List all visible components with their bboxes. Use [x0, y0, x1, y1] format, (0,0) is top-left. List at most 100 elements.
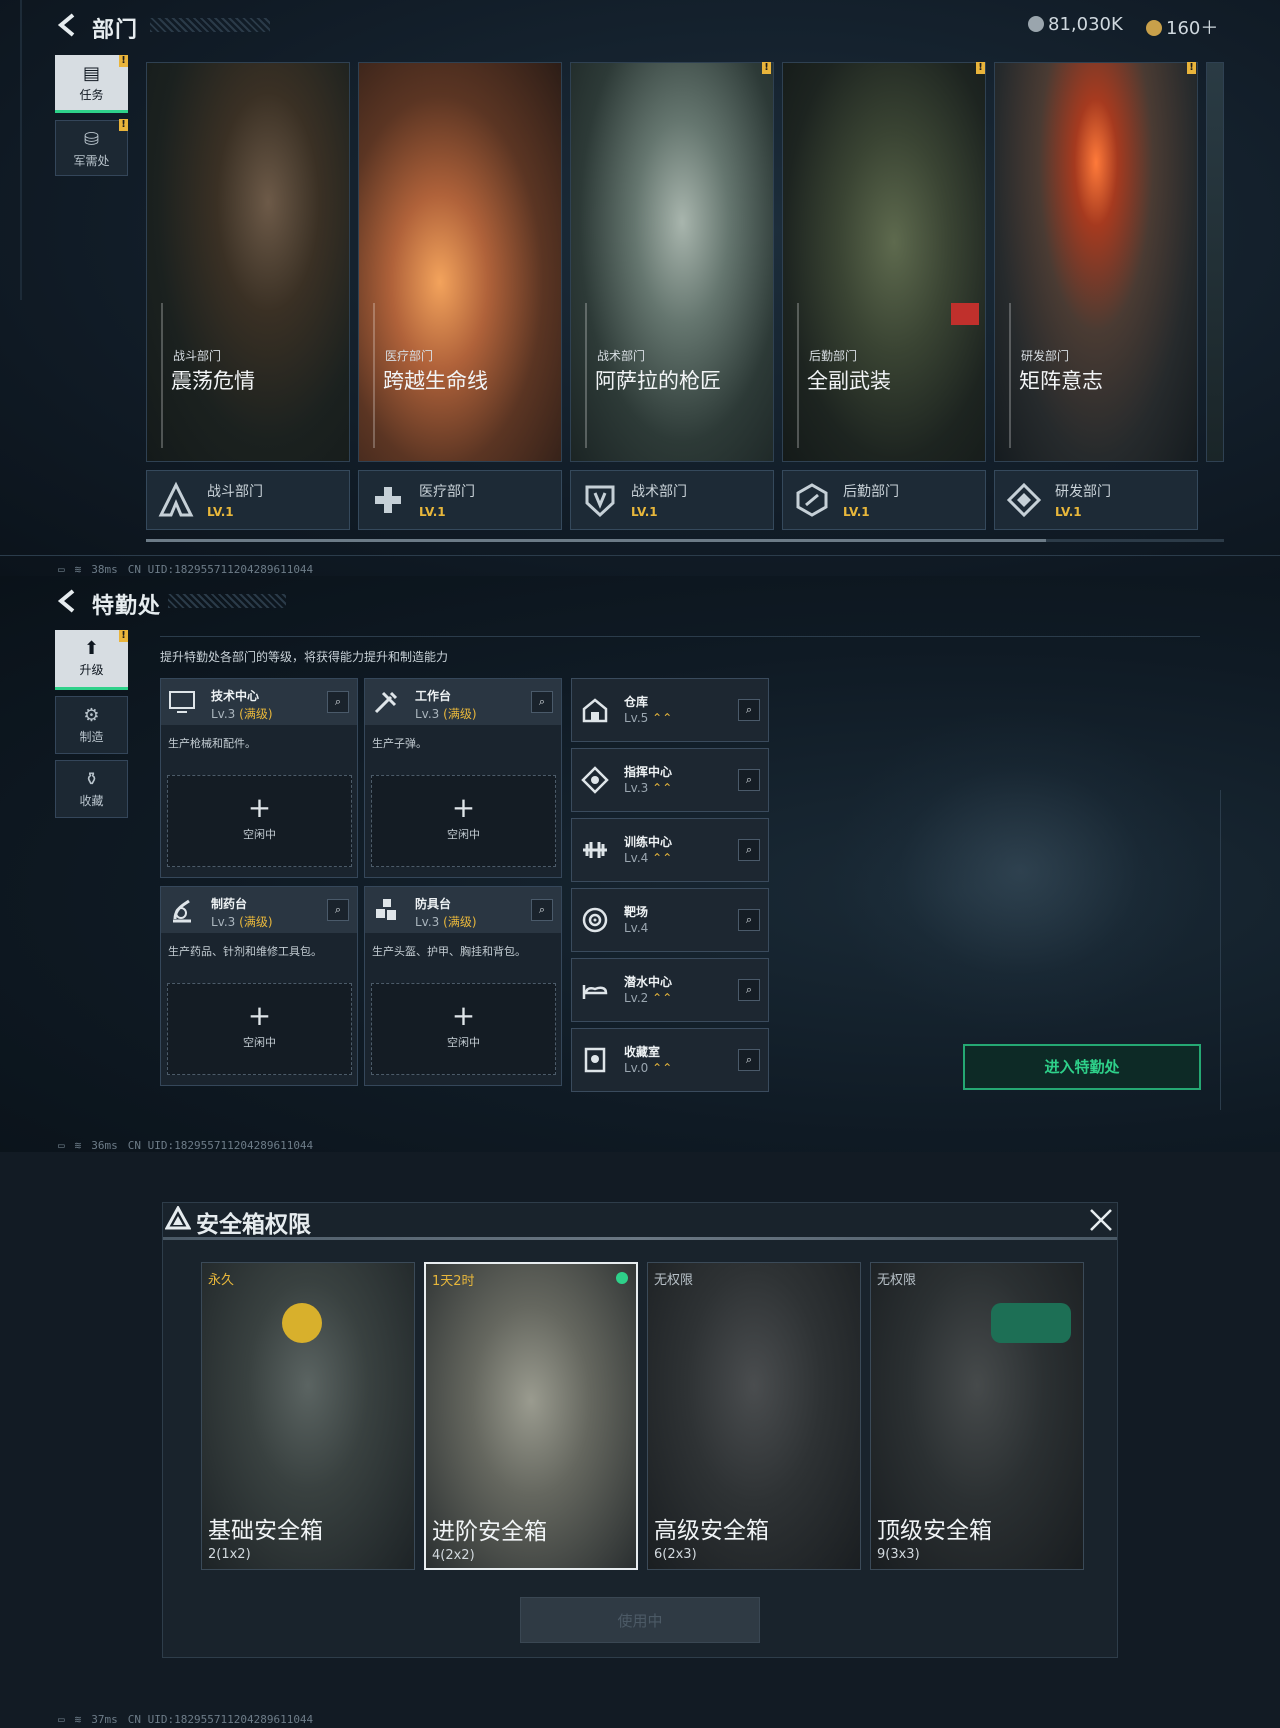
facility-level: Lv.3 (满级) [211, 705, 273, 722]
card-frame [797, 303, 799, 448]
ping: 36ms [91, 1139, 118, 1152]
facility-level-value: Lv.3 [415, 707, 440, 721]
safebox-card-advanced[interactable]: 1天2时 进阶安全箱 4(2x2) [424, 1262, 638, 1570]
scrollbar-thumb[interactable] [146, 539, 1046, 542]
search-icon[interactable]: ⌕ [738, 1049, 760, 1071]
room-warehouse[interactable]: 仓库 Lv.5 ⌃⌃ ⌕ [571, 678, 769, 742]
search-icon[interactable]: ⌕ [327, 691, 349, 713]
hud-line [160, 636, 1200, 637]
room-training-center[interactable]: 训练中心 Lv.4 ⌃⌃ ⌕ [571, 818, 769, 882]
room-level-value: Lv.4 [624, 851, 649, 865]
card-category: 医疗部门 [385, 349, 434, 363]
search-icon[interactable]: ⌕ [738, 839, 760, 861]
alert-badge: ! [119, 119, 128, 131]
dept-footer-level: LV.1 [419, 505, 446, 519]
enter-special-ops-button[interactable]: 进入特勤处 [963, 1044, 1201, 1090]
slot-status: 空闲中 [447, 828, 480, 841]
room-level: Lv.4 [624, 921, 648, 935]
status-bar: ▭ ≋ 37ms CN UID:18295571120428961104​4 [58, 1713, 323, 1726]
facility-tech-center[interactable]: 技术中心 Lv.3 (满级) ⌕ 生产枪械和配件。 + 空闲中 [160, 678, 358, 878]
production-slot[interactable]: + 空闲中 [371, 775, 556, 867]
room-command-center[interactable]: 指挥中心 Lv.3 ⌃⌃ ⌕ [571, 748, 769, 812]
room-collection[interactable]: 收藏室 Lv.0 ⌃⌃ ⌕ [571, 1028, 769, 1092]
dept-card-research[interactable]: 研发部门 矩阵意志 [994, 62, 1198, 462]
alert-badge: ! [119, 55, 128, 67]
production-slot[interactable]: + 空闲中 [167, 983, 352, 1075]
upgrade-arrow-icon: ⌃⌃ [652, 851, 673, 865]
card-name: 震荡危情 [171, 369, 255, 393]
tools-icon [374, 691, 398, 714]
back-icon[interactable] [56, 589, 78, 613]
research-dept-icon [1006, 482, 1042, 518]
facility-desc: 生产头盔、护甲、胸挂和背包。 [372, 945, 526, 958]
battery-icon: ▭ [58, 1139, 65, 1152]
active-indicator [616, 1272, 628, 1284]
search-icon[interactable]: ⌕ [738, 979, 760, 1001]
dept-card-medical[interactable]: 医疗部门 跨越生命线 [358, 62, 562, 462]
production-slot[interactable]: + 空闲中 [167, 775, 352, 867]
flask-icon [173, 899, 191, 923]
dept-footer-level: LV.1 [843, 505, 870, 519]
room-diving-center[interactable]: 潜水中心 Lv.2 ⌃⌃ ⌕ [571, 958, 769, 1022]
facility-level: Lv.3 (满级) [211, 913, 273, 930]
safebox-size: 9(3x3) [877, 1547, 920, 1562]
facility-workbench[interactable]: 工作台 Lv.3 (满级) ⌕ 生产子弹。 + 空闲中 [364, 678, 562, 878]
command-icon [581, 766, 609, 794]
card-image [571, 63, 773, 461]
alert-badge: ! [119, 630, 128, 642]
gold-amount: 160＋ [1166, 18, 1219, 39]
search-icon[interactable]: ⌕ [531, 899, 553, 921]
tab-label: 升级 [79, 663, 104, 677]
search-icon[interactable]: ⌕ [327, 899, 349, 921]
facility-armor-bench[interactable]: 防具台 Lv.3 (满级) ⌕ 生产头盔、护甲、胸挂和背包。 + 空闲中 [364, 886, 562, 1086]
dept-footer-logistics[interactable]: 后勤部门 LV.1 [782, 470, 986, 530]
in-use-button[interactable]: 使用中 [520, 1597, 760, 1643]
safebox-card-premium[interactable]: 无权限 高级安全箱 6(2x3) [647, 1262, 861, 1570]
page-title: 部门 [92, 18, 139, 43]
search-icon[interactable]: ⌕ [738, 909, 760, 931]
safebox-size: 4(2x2) [432, 1548, 475, 1563]
room-level: Lv.5 ⌃⌃ [624, 711, 672, 725]
dept-footer-research[interactable]: 研发部门 LV.1 [994, 470, 1198, 530]
tab-upgrade[interactable]: ⬆ 升级 [55, 630, 128, 690]
facility-pharmacy[interactable]: 制药台 Lv.3 (满级) ⌕ 生产药品、针剂和维修工具包。 + 空闲中 [160, 886, 358, 1086]
scrollbar-track[interactable] [146, 539, 1224, 542]
card-image [147, 63, 349, 461]
slot-status: 空闲中 [243, 1036, 276, 1049]
tab-supply[interactable]: ⛁ 军需处 [55, 120, 128, 176]
dept-card-combat[interactable]: 战斗部门 震荡危情 [146, 62, 350, 462]
duration-tag: 永久 [208, 1273, 235, 1288]
dept-card-logistics[interactable]: 后勤部门 全副武装 [782, 62, 986, 462]
tab-label: 军需处 [73, 154, 110, 168]
dept-footer-tactical[interactable]: 战术部门 LV.1 [570, 470, 774, 530]
tab-craft[interactable]: ⚙ 制造 [55, 696, 128, 754]
currency-gold[interactable]: 160＋ [1146, 14, 1218, 40]
card-category: 战斗部门 [173, 349, 222, 363]
hud-line [0, 555, 1280, 556]
silver-amount: 81,030K [1048, 14, 1123, 35]
dept-footer-medical[interactable]: 医疗部门 LV.1 [358, 470, 562, 530]
room-level-value: Lv.2 [624, 991, 649, 1005]
dept-footer-combat[interactable]: 战斗部门 LV.1 [146, 470, 350, 530]
upgrade-icon: ⬆ [83, 638, 100, 659]
gold-coin-icon [1146, 20, 1162, 36]
emblem-patch [951, 303, 979, 325]
tab-collection[interactable]: ⚱ 收藏 [55, 760, 128, 818]
back-icon[interactable] [56, 13, 78, 37]
safebox-card-top[interactable]: 无权限 顶级安全箱 9(3x3) [870, 1262, 1084, 1570]
production-slot[interactable]: + 空闲中 [371, 983, 556, 1075]
facility-level-value: Lv.3 [415, 915, 440, 929]
search-icon[interactable]: ⌕ [738, 699, 760, 721]
close-icon[interactable] [1088, 1207, 1114, 1233]
search-icon[interactable]: ⌕ [531, 691, 553, 713]
hud-line [20, 0, 22, 300]
room-shooting-range[interactable]: 靶场 Lv.4 ⌕ [571, 888, 769, 952]
tab-task[interactable]: ▤ 任务 [55, 55, 128, 113]
tactical-dept-icon [585, 485, 615, 518]
hazard-sticker [282, 1303, 322, 1343]
dept-card-partial[interactable] [1206, 62, 1224, 462]
facility-name: 制药台 [211, 897, 248, 911]
dept-card-tactical[interactable]: 战术部门 阿萨拉的枪匠 [570, 62, 774, 462]
safebox-card-basic[interactable]: 永久 基础安全箱 2(1x2) [201, 1262, 415, 1570]
search-icon[interactable]: ⌕ [738, 769, 760, 791]
